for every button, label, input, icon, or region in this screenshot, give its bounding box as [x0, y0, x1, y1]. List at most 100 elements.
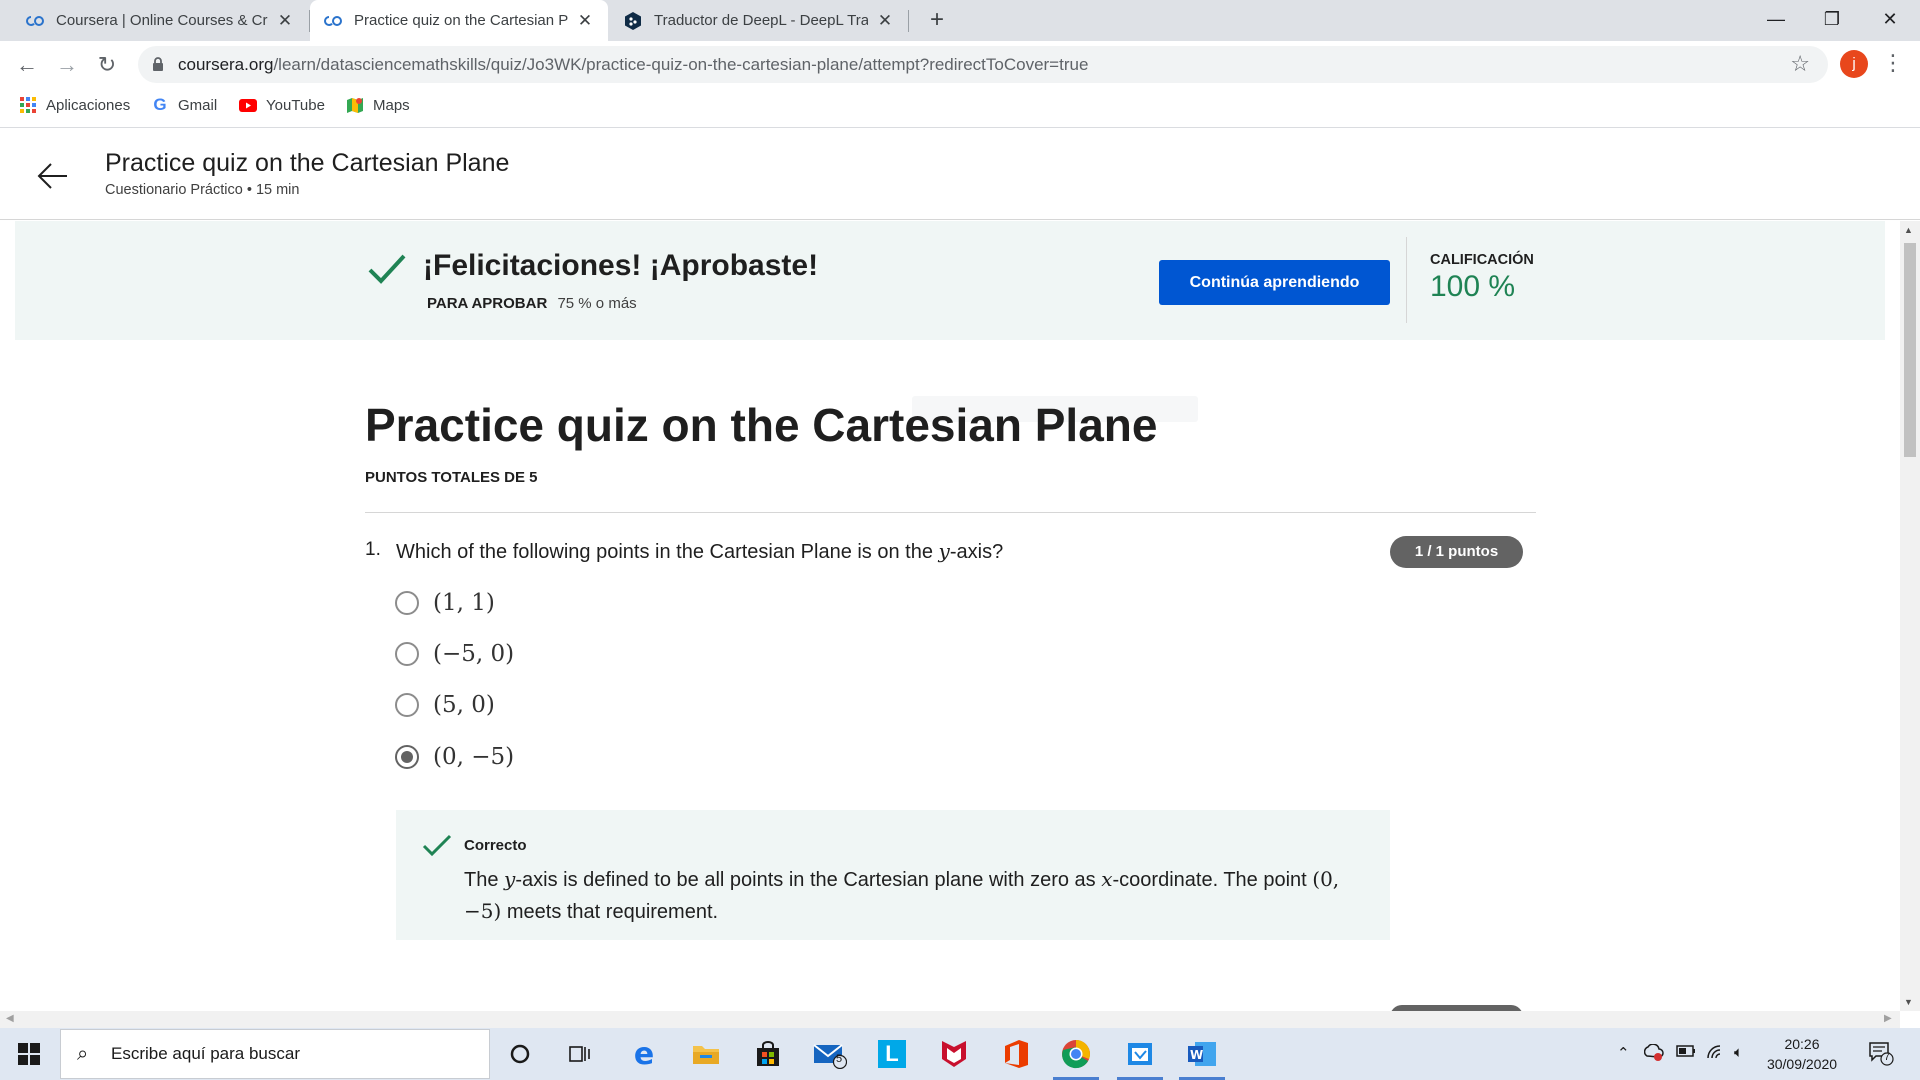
file-explorer-icon[interactable]: [688, 1037, 724, 1071]
notification-count: 7: [1884, 1051, 1891, 1063]
wifi-icon[interactable]: [1706, 1044, 1726, 1064]
coursera-icon: [26, 12, 44, 30]
vertical-scrollbar[interactable]: ▲ ▼: [1900, 221, 1920, 1011]
search-placeholder: Escribe aquí para buscar: [111, 1044, 300, 1063]
clock-date: 30/09/2020: [1766, 1056, 1838, 1072]
profile-avatar[interactable]: j: [1840, 50, 1868, 78]
close-tab-icon[interactable]: ✕: [876, 11, 894, 31]
bookmarks-bar: Aplicaciones G Gmail YouTube Maps: [0, 88, 1920, 128]
page-header: Practice quiz on the Cartesian Plane Cue…: [0, 129, 1920, 220]
close-tab-icon[interactable]: ✕: [576, 11, 594, 31]
answer-option[interactable]: (−5, 0): [395, 639, 514, 669]
bookmark-star-icon[interactable]: ☆: [1790, 51, 1810, 77]
radio-button[interactable]: [395, 591, 419, 615]
radio-button[interactable]: [395, 642, 419, 666]
back-arrow-icon[interactable]: [36, 159, 70, 193]
close-tab-icon[interactable]: ✕: [276, 11, 294, 31]
scroll-thumb[interactable]: [1904, 243, 1916, 457]
scroll-right-icon[interactable]: ▶: [1884, 1013, 1892, 1024]
windows-start-icon[interactable]: [18, 1043, 40, 1065]
browser-menu-icon[interactable]: ⋮: [1882, 49, 1904, 77]
checkmark-icon: [367, 251, 407, 287]
scroll-up-icon[interactable]: ▲: [1904, 225, 1913, 235]
bookmark-label: Aplicaciones: [46, 96, 131, 114]
grade-label: CALIFICACIÓN: [1430, 252, 1534, 268]
radio-button-selected[interactable]: [395, 745, 419, 769]
volume-icon[interactable]: 🔈︎: [1734, 1044, 1743, 1061]
bookmark-label: Gmail: [178, 96, 218, 114]
coursera-icon: [324, 12, 342, 30]
mcafee-icon[interactable]: [936, 1037, 972, 1071]
tab-title: Practice quiz on the Cartesian Plane: [354, 12, 568, 29]
antivirus-tray-icon[interactable]: [1643, 1043, 1664, 1066]
back-nav-icon[interactable]: ←: [11, 49, 43, 81]
scroll-left-icon[interactable]: ◀: [6, 1013, 14, 1024]
browser-toolbar: ← → ↻ coursera.org/learn/datasciencemath…: [0, 41, 1920, 88]
new-tab-button[interactable]: +: [922, 5, 952, 35]
question-text: Which of the following points in the Car…: [396, 539, 1004, 563]
system-clock[interactable]: 20:26 30/09/2020: [1762, 1034, 1842, 1074]
option-label: (−5, 0): [433, 641, 515, 667]
youtube-icon: [239, 96, 257, 114]
mail-icon[interactable]: 5: [812, 1037, 848, 1071]
taskbar-search-input[interactable]: ⌕ Escribe aquí para buscar: [60, 1029, 490, 1079]
edge-browser-icon[interactable]: e: [626, 1037, 662, 1072]
bookmark-gmail[interactable]: G Gmail: [151, 95, 218, 114]
forward-nav-icon[interactable]: →: [51, 49, 83, 81]
word-icon[interactable]: W: [1184, 1037, 1220, 1071]
answer-option-selected[interactable]: (0, −5): [395, 742, 514, 772]
continue-learning-button[interactable]: Continúa aprendiendo: [1159, 260, 1390, 305]
radio-button[interactable]: [395, 693, 419, 717]
horizontal-scrollbar[interactable]: ◀ ▶: [0, 1011, 1900, 1028]
divider: [1406, 237, 1407, 323]
scroll-down-icon[interactable]: ▼: [1904, 997, 1913, 1007]
answer-feedback: Correcto The y-axis is defined to be all…: [396, 810, 1390, 940]
tab-deepl[interactable]: Traductor de DeepL - DeepL Translate ✕: [610, 0, 908, 41]
tab-practice-quiz[interactable]: Practice quiz on the Cartesian Plane ✕: [310, 0, 608, 41]
notification-center-icon[interactable]: 7: [1868, 1040, 1894, 1070]
restore-icon[interactable]: ❐: [1804, 0, 1860, 41]
bookmark-apps[interactable]: Aplicaciones: [19, 96, 130, 114]
page-title: Practice quiz on the Cartesian Plane: [105, 149, 510, 177]
tray-overflow-icon[interactable]: ⌃: [1617, 1044, 1630, 1062]
feedback-title: Correcto: [464, 837, 527, 854]
bookmark-maps[interactable]: Maps: [346, 96, 410, 114]
lock-icon: [152, 57, 166, 71]
tab-title: Coursera | Online Courses & Credentials: [56, 12, 268, 29]
chrome-icon[interactable]: [1058, 1037, 1094, 1071]
battery-icon[interactable]: [1676, 1044, 1696, 1062]
clock-time: 20:26: [1784, 1036, 1820, 1052]
address-bar[interactable]: coursera.org/learn/datasciencemathskills…: [138, 46, 1828, 83]
windows-taskbar: ⌕ Escribe aquí para buscar e 5 L W ⌃ 🔈︎ …: [0, 1028, 1920, 1080]
store-icon[interactable]: [750, 1037, 786, 1071]
congrats-heading: ¡Felicitaciones! ¡Aprobaste!: [423, 249, 819, 282]
maps-icon: [346, 96, 364, 114]
pass-requirement: PARA APROBAR 75 % o más: [427, 295, 637, 312]
reload-icon[interactable]: ↻: [91, 49, 123, 81]
task-view-icon[interactable]: [562, 1037, 598, 1071]
svg-text:W: W: [1190, 1048, 1203, 1062]
deepl-icon: [624, 11, 642, 30]
grade-value: 100 %: [1430, 270, 1516, 303]
window-close-icon[interactable]: ✕: [1862, 0, 1918, 41]
tab-coursera-home[interactable]: Coursera | Online Courses & Credentials …: [12, 0, 308, 41]
tab-title: Traductor de DeepL - DeepL Translate: [654, 12, 868, 29]
launcher-app-icon[interactable]: L: [874, 1037, 910, 1071]
bookmark-youtube[interactable]: YouTube: [239, 96, 325, 114]
minimize-icon[interactable]: —: [1748, 0, 1804, 41]
office-icon[interactable]: [998, 1037, 1034, 1071]
answer-option[interactable]: (5, 0): [395, 690, 495, 720]
bookmark-label: YouTube: [266, 96, 325, 114]
cortana-icon[interactable]: [502, 1037, 538, 1071]
tab-separator: [908, 10, 909, 32]
mail-badge: 5: [836, 1053, 843, 1065]
outlook-calendar-icon[interactable]: [1122, 1037, 1158, 1071]
google-icon: G: [153, 95, 167, 114]
result-banner: ¡Felicitaciones! ¡Aprobaste! PARA APROBA…: [15, 221, 1885, 340]
question-number: 1.: [365, 539, 381, 560]
tab-strip: Coursera | Online Courses & Credentials …: [0, 0, 1920, 41]
pass-label: PARA APROBAR: [427, 295, 548, 312]
answer-option[interactable]: (1, 1): [395, 588, 495, 618]
search-icon: ⌕: [77, 1043, 89, 1065]
feedback-text: The y-axis is defined to be all points i…: [464, 867, 1340, 923]
